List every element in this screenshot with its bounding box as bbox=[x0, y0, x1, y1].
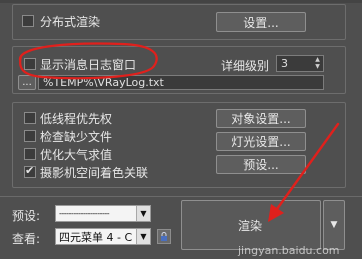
annotation-ellipse bbox=[18, 42, 158, 80]
spinner-arrows-icon[interactable]: ▲ ▼ bbox=[313, 56, 322, 71]
optimize-atmospherics-label: 优化大气求值 bbox=[40, 148, 113, 162]
preset-label: 预设: bbox=[12, 209, 41, 223]
camera-space-shading-label: 摄影机空间着色关联 bbox=[40, 166, 149, 180]
detail-level-label: 详细级别 bbox=[221, 59, 270, 73]
distributed-settings-button[interactable]: 设置... bbox=[216, 12, 306, 32]
view-value: 四元菜单 4 - C bbox=[59, 230, 133, 244]
preset-value: --------------------- bbox=[59, 209, 110, 218]
annotation-arrow bbox=[268, 122, 340, 222]
view-label: 查看: bbox=[12, 232, 41, 246]
check-missing-files-checkbox[interactable] bbox=[24, 130, 36, 142]
check-missing-files-label: 检查缺少文件 bbox=[40, 130, 113, 144]
watermark: jingyan.baidu.com bbox=[238, 244, 340, 257]
view-dropdown[interactable]: 四元菜单 4 - C ▼ bbox=[55, 228, 151, 245]
distributed-render-checkbox[interactable] bbox=[22, 15, 34, 27]
detail-level-value: 3 bbox=[281, 57, 288, 70]
render-button-label: 渲染 bbox=[238, 219, 263, 233]
low-thread-priority-checkbox[interactable] bbox=[24, 112, 36, 124]
optimize-atmospherics-checkbox[interactable] bbox=[24, 148, 36, 160]
lock-icon[interactable] bbox=[157, 229, 171, 244]
detail-level-spinner[interactable]: 3 ▲ ▼ bbox=[276, 55, 324, 72]
chevron-down-icon[interactable]: ▼ bbox=[136, 229, 150, 244]
distributed-render-label: 分布式渲染 bbox=[40, 15, 101, 29]
chevron-down-icon[interactable]: ▼ bbox=[136, 206, 150, 221]
camera-space-shading-checkbox[interactable] bbox=[24, 164, 36, 178]
panel-top-edge bbox=[0, 0, 362, 3]
preset-dropdown[interactable]: --------------------- ▼ bbox=[55, 205, 151, 222]
low-thread-priority-label: 低线程优先权 bbox=[40, 112, 113, 126]
